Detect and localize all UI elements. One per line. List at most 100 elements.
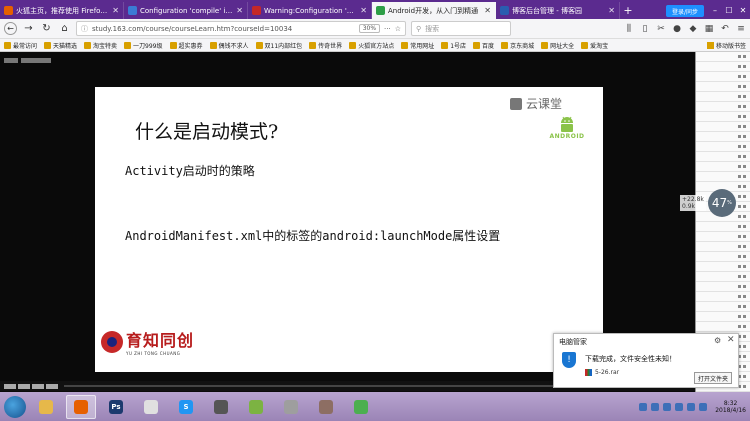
search-icon: ⚲ <box>416 24 422 33</box>
tab-close-icon[interactable]: ✕ <box>608 6 615 15</box>
bookmark-star-icon[interactable]: ☆ <box>395 25 401 33</box>
bookmark-item[interactable]: 百度 <box>473 41 494 50</box>
tray-icon[interactable] <box>675 402 684 411</box>
yunketang-text: 云课堂 <box>526 97 563 111</box>
yunketang-icon <box>510 97 522 110</box>
undo-icon[interactable]: ↶ <box>720 24 730 34</box>
gear-icon[interactable]: ⚙ <box>714 336 721 345</box>
close-icon[interactable]: ✕ <box>727 335 735 345</box>
row-marker <box>738 155 741 158</box>
library-icon[interactable]: ⫼ <box>624 24 634 34</box>
taskbar-app-player[interactable] <box>136 395 166 419</box>
explorer-icon <box>39 399 53 414</box>
tab[interactable]: 火狐主页，推荐使用 Firefox 浏 ✕ <box>0 2 124 19</box>
tab[interactable]: Warning:Configuration 'com ✕ <box>248 2 372 19</box>
taskbar-apps: Ps S <box>31 394 376 419</box>
bookmark-item[interactable]: 一刀999级 <box>124 41 163 50</box>
maximize-icon[interactable]: ☐ <box>722 2 736 19</box>
tray-icon[interactable] <box>663 402 672 411</box>
network-speed-widget[interactable]: +22.8k 0.9k 47% <box>680 189 750 217</box>
bookmark-item[interactable]: 偶钱不求人 <box>209 41 249 50</box>
bookmark-label: 天猫精选 <box>53 42 78 50</box>
tab[interactable]: 博客后台管理 - 博客园 ✕ <box>496 2 620 19</box>
bookmark-label: 最常访问 <box>13 42 38 50</box>
close-window-icon[interactable]: ✕ <box>736 2 750 19</box>
start-button[interactable] <box>4 395 26 418</box>
taskbar-app-app6[interactable] <box>206 395 236 419</box>
grid-icon[interactable]: ▦ <box>704 24 714 34</box>
taskbar-app-android-studio[interactable] <box>241 395 271 419</box>
taskbar-app-app8[interactable] <box>276 395 306 419</box>
tray-icon[interactable] <box>651 402 660 411</box>
taskbar-app-explorer[interactable] <box>31 395 61 419</box>
tab-close-icon[interactable]: ✕ <box>236 6 243 15</box>
row-marker <box>743 315 746 318</box>
tab-close-icon[interactable]: ✕ <box>484 6 491 15</box>
bookmark-item[interactable]: 爱淘宝 <box>581 41 608 50</box>
mobile-bookmarks[interactable]: 移动版书签 <box>706 41 746 50</box>
screenshot-icon[interactable]: ✂ <box>656 24 666 34</box>
open-folder-button[interactable]: 打开文件夹 <box>694 372 733 384</box>
taskbar-app-firefox[interactable] <box>66 394 96 419</box>
player-top-control[interactable] <box>4 58 18 63</box>
bookmark-item[interactable]: 天猫精选 <box>44 41 77 50</box>
taskbar-app-wechat[interactable] <box>346 395 376 419</box>
row-marker <box>738 255 741 258</box>
reload-icon[interactable]: ↻ <box>40 22 53 35</box>
row-marker <box>738 305 741 308</box>
network-icon[interactable] <box>687 402 696 411</box>
mobile-bookmarks-label: 移动版书签 <box>715 42 746 50</box>
tab-label: 火狐主页，推荐使用 Firefox 浏 <box>16 6 110 15</box>
row-marker <box>743 85 746 88</box>
tab-favicon-icon <box>500 6 509 15</box>
bookmark-item[interactable]: 网址大全 <box>541 41 574 50</box>
row-marker <box>743 175 746 178</box>
row-marker <box>743 305 746 308</box>
sidebar-icon[interactable]: ▯ <box>640 24 650 34</box>
bookmark-item[interactable]: 火狐官方站点 <box>349 41 394 50</box>
home-icon[interactable]: ⌂ <box>58 22 71 35</box>
tray-icon[interactable] <box>639 402 648 411</box>
clock[interactable]: 8:32 2018/4/16 <box>715 400 746 414</box>
bookmark-item[interactable]: 淘宝特卖 <box>84 41 117 50</box>
bookmark-item[interactable]: 双11内部红包 <box>255 41 302 50</box>
bookmark-item[interactable]: 1号店 <box>441 41 466 50</box>
player-control[interactable] <box>18 383 30 389</box>
new-tab-button[interactable]: + <box>620 2 636 19</box>
page-actions-icon[interactable]: ··· <box>384 25 391 33</box>
taskbar-app-photoshop[interactable]: Ps <box>101 395 131 419</box>
bookmark-item[interactable]: 传奇世界 <box>309 41 342 50</box>
minimize-icon[interactable]: – <box>708 2 722 19</box>
folder-icon <box>706 41 714 49</box>
bookmark-item[interactable]: 京东商城 <box>501 41 534 50</box>
bookmark-item[interactable]: 超实惠券 <box>169 41 203 50</box>
zoom-level[interactable]: 30% <box>358 24 381 33</box>
side-window-row <box>696 142 750 152</box>
play-button[interactable] <box>4 383 16 389</box>
search-input[interactable]: ⚲ 搜索 <box>411 21 511 36</box>
row-marker <box>743 155 746 158</box>
player-top-control[interactable] <box>21 58 51 63</box>
bookmark-icon <box>401 41 409 49</box>
sync-button[interactable]: 登录/同步 <box>665 5 704 17</box>
bookmark-icon <box>209 41 217 49</box>
volume-icon[interactable] <box>699 402 708 411</box>
taskbar-app-app9[interactable] <box>311 395 341 419</box>
player-control[interactable] <box>32 383 44 389</box>
downloaded-file[interactable]: 5-26.rar <box>585 369 619 376</box>
tab[interactable]: Android开发，从入门到精通 ✕ <box>372 2 496 19</box>
tab[interactable]: Configuration 'compile' is ob ✕ <box>124 2 248 19</box>
bookmark-item[interactable]: 常用网址 <box>401 41 434 50</box>
bookmark-item[interactable]: 最常访问 <box>4 41 37 50</box>
extension-icon[interactable]: ◆ <box>688 24 698 34</box>
tab-close-icon[interactable]: ✕ <box>112 6 119 15</box>
tab-close-icon[interactable]: ✕ <box>360 6 367 15</box>
chat-icon[interactable]: ● <box>672 24 682 34</box>
address-bar[interactable]: ⓘ study.163.com/course/courseLearn.htm?c… <box>76 21 406 36</box>
back-icon[interactable]: ← <box>4 22 17 35</box>
menu-icon[interactable]: ≡ <box>736 24 746 34</box>
search-placeholder: 搜索 <box>425 24 440 33</box>
taskbar-app-sogou[interactable]: S <box>171 395 201 419</box>
forward-icon[interactable]: → <box>22 22 35 35</box>
player-control[interactable] <box>46 383 58 389</box>
